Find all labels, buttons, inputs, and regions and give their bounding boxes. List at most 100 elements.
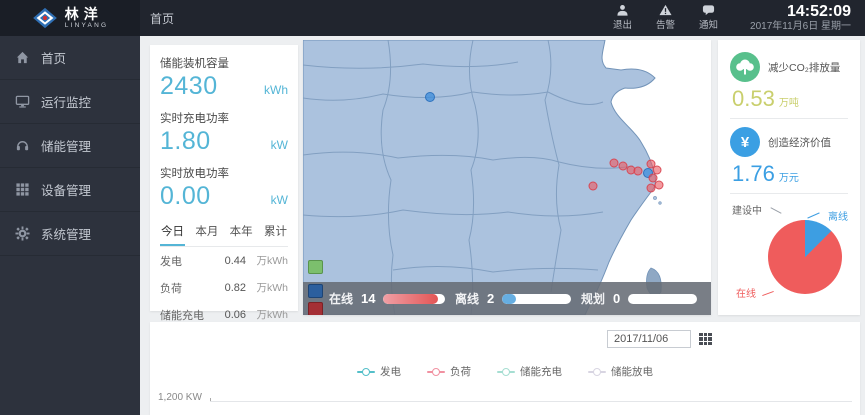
metric-unit: kWh xyxy=(264,83,288,97)
planned-progress-track xyxy=(628,294,697,304)
status-online: 在线 14 xyxy=(329,290,445,307)
notification-icon xyxy=(702,4,715,16)
power-chart-panel: 发电 负荷 储能充电 储能放电 1,200 KW xyxy=(150,322,860,415)
logout-icon xyxy=(616,4,629,16)
alarm-label: 告警 xyxy=(656,17,675,31)
status-pie-chart: 建设中 离线 在线 xyxy=(730,202,848,302)
devices-icon xyxy=(15,182,30,197)
status-pie xyxy=(768,220,842,294)
map-marker-red[interactable] xyxy=(634,166,643,175)
sidebar-item-label: 设备管理 xyxy=(41,180,91,199)
offline-progress-track xyxy=(502,294,571,304)
map-marker-red[interactable] xyxy=(655,180,664,189)
metric-label: 储能装机容量 xyxy=(160,55,288,71)
home-icon xyxy=(15,50,30,65)
alarm-button[interactable]: 告警 xyxy=(656,4,675,31)
sidebar-item-home[interactable]: 首页 xyxy=(0,36,140,80)
online-progress-track xyxy=(383,294,445,304)
breadcrumb-home[interactable]: 首页 xyxy=(150,10,174,27)
divider xyxy=(730,193,848,194)
linyang-diamond-icon xyxy=(32,7,58,29)
notification-button[interactable]: 通知 xyxy=(699,4,718,31)
kpi-co2: 减少CO₂排放量 xyxy=(730,52,848,82)
kpi-co2-label: 减少CO₂排放量 xyxy=(768,60,840,75)
legend-generation[interactable]: 发电 xyxy=(357,364,401,379)
monitor-icon xyxy=(15,94,30,109)
kpi-economic-value: 1.76 xyxy=(732,161,775,187)
gridline xyxy=(210,401,852,402)
top-bar: 林洋 LINYANG 首页 退出 告警 xyxy=(0,0,865,36)
clock-time: 14:52:09 xyxy=(750,3,851,21)
date-input[interactable] xyxy=(607,330,691,348)
map-legend-square-blue xyxy=(308,284,323,298)
map-marker-red[interactable] xyxy=(647,183,656,192)
status-offline: 离线 2 xyxy=(455,290,571,307)
legend-storage-discharge[interactable]: 储能放电 xyxy=(588,364,653,379)
pie-leader-line xyxy=(762,291,774,296)
storage-stats-card: 储能装机容量 2430 kWh 实时充电功率 1.80 kW 实时放电功率 0.… xyxy=(150,45,298,311)
dashboard-page: 林洋 LINYANG 首页 退出 告警 xyxy=(0,0,865,415)
storage-icon xyxy=(15,138,30,153)
map-marker-layer xyxy=(303,40,711,315)
table-row-load: 负荷 0.82 万kWh xyxy=(160,274,288,301)
map-marker-red[interactable] xyxy=(588,182,597,191)
logo: 林洋 LINYANG xyxy=(0,0,140,36)
divider xyxy=(730,118,848,119)
pie-label-building: 建设中 xyxy=(732,202,762,217)
kpi-co2-value: 0.53 xyxy=(732,86,775,112)
notification-label: 通知 xyxy=(699,17,718,31)
period-tabs: 今日 本月 本年 累计 xyxy=(160,219,288,247)
co2-tree-icon xyxy=(730,52,760,82)
sidebar-item-label: 储能管理 xyxy=(41,136,91,155)
metric-label: 实时充电功率 xyxy=(160,110,288,126)
tab-today[interactable]: 今日 xyxy=(160,219,185,246)
pie-label-online: 在线 xyxy=(736,285,756,300)
kpi-economic: ¥ 创造经济价值 xyxy=(730,127,848,157)
sidebar-item-devices[interactable]: 设备管理 xyxy=(0,168,140,212)
metric-installed-capacity: 储能装机容量 2430 kWh xyxy=(160,52,288,107)
table-row-generation: 发电 0.44 万kWh xyxy=(160,247,288,274)
online-progress-fill xyxy=(383,294,437,304)
logout-button[interactable]: 退出 xyxy=(613,4,632,31)
logo-title: 林洋 xyxy=(65,7,108,21)
station-map-panel: 在线 14 离线 2 规划 0 xyxy=(303,40,711,315)
y-axis-top-label: 1,200 KW xyxy=(158,392,202,403)
kpi-panel: 减少CO₂排放量 0.53 万吨 ¥ 创造经济价值 1.76 万元 建设中 离线… xyxy=(718,40,860,315)
logo-subtitle: LINYANG xyxy=(65,23,108,30)
date-picker xyxy=(607,330,712,348)
tab-year[interactable]: 本年 xyxy=(229,219,254,246)
metric-charging-power: 实时充电功率 1.80 kW xyxy=(160,107,288,162)
pie-label-offline: 离线 xyxy=(828,208,848,223)
kpi-co2-unit: 万吨 xyxy=(779,94,799,109)
sidebar-item-monitoring[interactable]: 运行监控 xyxy=(0,80,140,124)
metric-value: 2430 xyxy=(160,72,218,101)
calendar-grid-icon[interactable] xyxy=(699,333,712,345)
tab-month[interactable]: 本月 xyxy=(194,219,219,246)
logout-label: 退出 xyxy=(613,17,632,31)
clock-date: 2017年11月6日 星期一 xyxy=(750,21,851,33)
map-marker-red[interactable] xyxy=(610,158,619,167)
yuan-icon: ¥ xyxy=(730,127,760,157)
metric-unit: kW xyxy=(271,138,288,152)
map-marker-blue[interactable] xyxy=(425,92,435,102)
metric-value: 0.00 xyxy=(160,182,211,211)
legend-load[interactable]: 负荷 xyxy=(427,364,471,379)
sidebar-item-label: 首页 xyxy=(41,48,66,67)
sidebar-item-label: 系统管理 xyxy=(41,224,91,243)
topbar-actions: 退出 告警 通知 14:52:09 2017年11月6日 星期一 xyxy=(613,3,865,33)
kpi-economic-label: 创造经济价值 xyxy=(768,135,831,150)
legend-storage-charge[interactable]: 储能充电 xyxy=(497,364,562,379)
pie-leader-line xyxy=(807,212,819,218)
metric-unit: kW xyxy=(271,193,288,207)
metric-label: 实时放电功率 xyxy=(160,165,288,181)
sidebar-item-label: 运行监控 xyxy=(41,92,91,111)
sidebar-item-system[interactable]: 系统管理 xyxy=(0,212,140,256)
offline-progress-fill xyxy=(502,294,516,304)
map-status-bar: 在线 14 离线 2 规划 0 xyxy=(303,282,711,315)
kpi-economic-unit: 万元 xyxy=(779,169,799,184)
sidebar-item-storage[interactable]: 储能管理 xyxy=(0,124,140,168)
chart-legend: 发电 负荷 储能充电 储能放电 xyxy=(150,364,860,379)
tab-total[interactable]: 累计 xyxy=(263,219,288,246)
sidebar-nav: 首页 运行监控 储能管理 xyxy=(0,36,140,415)
clock: 14:52:09 2017年11月6日 星期一 xyxy=(750,3,851,33)
